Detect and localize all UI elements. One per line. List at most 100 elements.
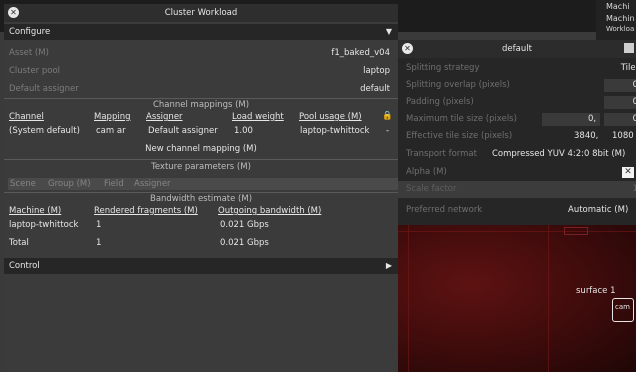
chevron-right-icon: ▶ (385, 261, 392, 270)
background-machine-panel: Machi Machin Workloa (596, 0, 636, 40)
control-label: Control (9, 261, 40, 271)
default-titlebar[interactable]: ✕ default (398, 40, 636, 58)
default-assigner-value[interactable]: default (360, 84, 390, 94)
load-weight-cell[interactable]: 1.00 (234, 126, 253, 136)
channel-mappings-header: Channel mappings (M) (152, 100, 250, 110)
grid-line (408, 225, 409, 372)
splitting-overlap-row[interactable]: Splitting overlap (pixels) 0 (398, 77, 636, 94)
max-tile-x-value[interactable]: 0, (588, 114, 596, 124)
cluster-pool-value[interactable]: laptop (363, 66, 390, 76)
channel-cell: (System default) (9, 126, 80, 136)
machine-cell: Total (9, 238, 29, 248)
window-icon[interactable] (624, 43, 634, 53)
default-assigner-label: Default assigner (9, 84, 79, 94)
divider (4, 192, 398, 193)
effective-tile-size-label: Effective tile size (pixels) (406, 131, 513, 141)
column-assigner[interactable]: Assigner (146, 112, 183, 122)
bg-machine-text-1: Machi (606, 2, 630, 11)
control-section-header[interactable]: Control ▶ (4, 258, 398, 274)
texture-parameters-columns: Scene Group (M) Field Assigner (8, 178, 398, 190)
configure-section-header[interactable]: Configure ▼ (4, 24, 398, 40)
padding-value[interactable]: 0 (633, 97, 636, 107)
alpha-label: Alpha (M) (406, 167, 447, 177)
channel-mappings-columns: Channel Mapping Assigner Load weight Poo… (4, 111, 398, 124)
table-row: Total 1 0.021 Gbps (4, 238, 398, 252)
bandwidth-cell: 0.021 Gbps (220, 238, 269, 248)
scale-factor-label: Scale factor (406, 184, 457, 194)
scale-factor-value[interactable]: 1 (633, 184, 636, 194)
max-tile-size-row[interactable]: Maximum tile size (pixels) 0, 0 (398, 111, 636, 128)
texture-parameters-header: Texture parameters (M) (151, 162, 251, 172)
pool-usage-cell[interactable]: laptop-twhittock (300, 126, 369, 136)
splitting-strategy-label: Splitting strategy (406, 63, 480, 73)
scale-factor-row[interactable]: Scale factor 1 (398, 181, 636, 198)
configure-label: Configure (9, 27, 51, 37)
padding-row[interactable]: Padding (pixels) 0 (398, 94, 636, 111)
asset-row[interactable]: Asset (M) f1_baked_v04 (9, 46, 390, 60)
preferred-network-row[interactable]: Preferred network Automatic (M) (398, 202, 636, 219)
new-channel-mapping-button[interactable]: New channel mapping (M) (4, 144, 398, 154)
scene-rectangle (564, 227, 588, 235)
transport-format-dropdown[interactable]: Compressed YUV 4:2:0 8bit (M) (492, 149, 625, 159)
effective-tile-y-value: 1080 (612, 131, 634, 141)
padding-label: Padding (pixels) (406, 97, 474, 107)
transport-format-row[interactable]: Transport format Compressed YUV 4:2:0 8b… (398, 146, 636, 163)
splitting-overlap-label: Splitting overlap (pixels) (406, 80, 510, 90)
surface-label[interactable]: surface 1 (576, 286, 616, 296)
grid-line (548, 225, 549, 372)
transport-format-label: Transport format (406, 149, 477, 159)
bandwidth-cell: 0.021 Gbps (220, 220, 269, 230)
cluster-pool-label: Cluster pool (9, 66, 61, 76)
alpha-checkbox[interactable]: ✕ (622, 167, 634, 178)
table-row: laptop-twhittock 1 0.021 Gbps (4, 220, 398, 234)
panel-empty-area (4, 280, 398, 372)
remove-cell[interactable]: - (386, 126, 389, 136)
column-field[interactable]: Field (104, 179, 124, 189)
effective-tile-size-row: Effective tile size (pixels) 3840, 1080 (398, 128, 636, 145)
cluster-pool-row[interactable]: Cluster pool laptop (9, 64, 390, 78)
grid-line (398, 231, 636, 232)
max-tile-size-label: Maximum tile size (pixels) (406, 114, 517, 124)
divider (4, 159, 398, 160)
panel-title: Cluster Workload (164, 8, 238, 18)
column-scene[interactable]: Scene (10, 179, 36, 189)
bg-machine-text-2: Machin (606, 14, 635, 23)
preferred-network-label: Preferred network (406, 205, 483, 215)
camera-label: cam (615, 303, 630, 311)
divider (4, 98, 398, 99)
column-load-weight[interactable]: Load weight (232, 112, 284, 122)
cluster-workload-panel: ✕ Cluster Workload Configure ▼ Asset (M)… (4, 4, 398, 372)
column-channel[interactable]: Channel (9, 112, 44, 122)
alpha-row[interactable]: Alpha (M) ✕ (398, 164, 636, 181)
chevron-down-icon: ▼ (385, 27, 392, 36)
column-assigner[interactable]: Assigner (134, 179, 171, 189)
column-rendered-fragments[interactable]: Rendered fragments (M) (94, 206, 198, 216)
column-outgoing-bandwidth[interactable]: Outgoing bandwidth (M) (218, 206, 321, 216)
effective-tile-x-value: 3840, (574, 131, 599, 141)
viewport-scene[interactable] (398, 225, 636, 372)
asset-label: Asset (M) (9, 48, 49, 58)
fragments-cell: 1 (96, 220, 102, 230)
padding-field[interactable] (604, 96, 636, 109)
splitting-strategy-value[interactable]: Tiles (621, 63, 636, 73)
bandwidth-header: Bandwidth estimate (M) (149, 194, 253, 204)
splitting-overlap-field[interactable] (604, 79, 636, 92)
splitting-strategy-row[interactable]: Splitting strategy Tiles (398, 60, 636, 77)
fragments-cell: 1 (96, 238, 102, 248)
table-row[interactable]: (System default) cam ar Default assigner… (4, 126, 398, 140)
max-tile-y-value[interactable]: 0 (633, 114, 636, 124)
asset-value[interactable]: f1_baked_v04 (331, 48, 390, 58)
default-assigner-row[interactable]: Default assigner default (9, 82, 390, 96)
assigner-cell[interactable]: Default assigner (148, 126, 218, 136)
mapping-cell[interactable]: cam ar (96, 126, 126, 136)
column-machine[interactable]: Machine (M) (9, 206, 61, 216)
splitting-overlap-value[interactable]: 0 (633, 80, 636, 90)
column-mapping[interactable]: Mapping (94, 112, 130, 122)
column-group[interactable]: Group (M) (48, 179, 91, 189)
preferred-network-dropdown[interactable]: Automatic (M) (568, 205, 628, 215)
max-tile-y-field[interactable] (604, 113, 636, 126)
column-pool-usage[interactable]: Pool usage (M) (299, 112, 362, 122)
camera-icon[interactable]: cam (612, 298, 634, 322)
cluster-workload-titlebar[interactable]: ✕ Cluster Workload (4, 4, 398, 22)
lock-icon: 🔒 (382, 111, 393, 121)
